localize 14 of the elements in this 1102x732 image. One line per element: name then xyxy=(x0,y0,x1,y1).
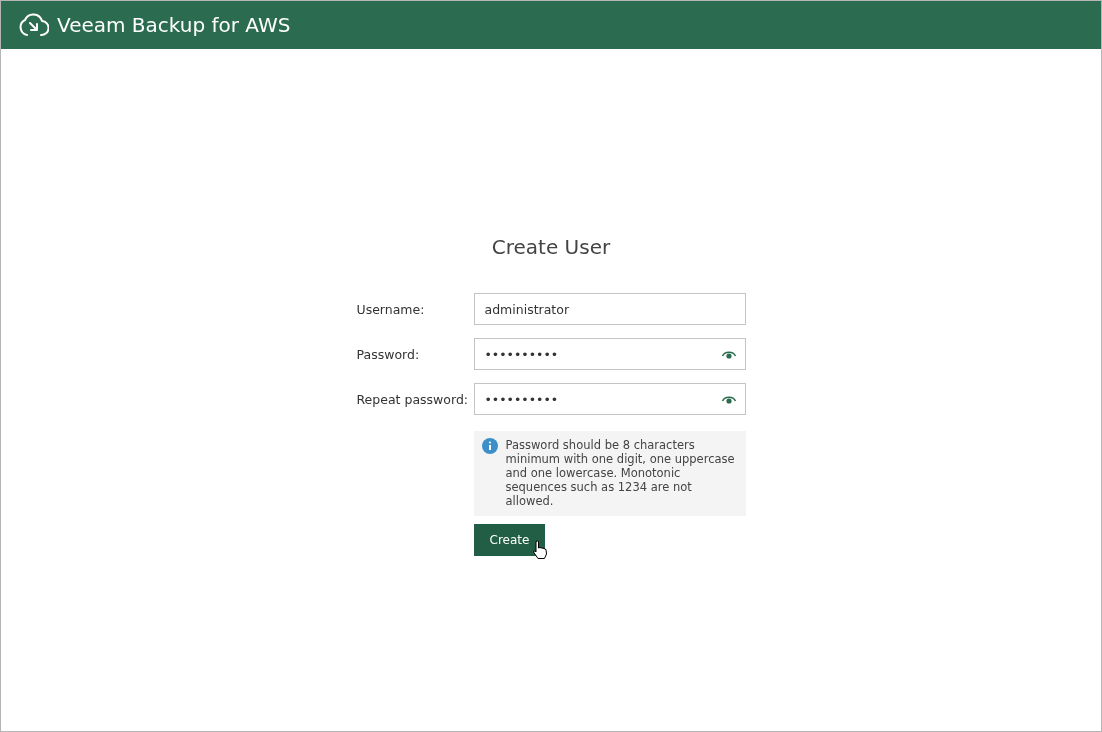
field-label: Username: xyxy=(356,301,426,317)
create-button[interactable]: Create xyxy=(473,524,546,556)
hint-text: Password should be 8 characters minimum with one digit, one uppercase and one lowercase. Monotonic sequences such as 1234 are not allowed. xyxy=(505,438,736,508)
input-field[interactable]: •••••••••• xyxy=(473,383,746,415)
field-label: Repeat password: xyxy=(356,391,470,407)
input-field[interactable]: •••••••••• xyxy=(473,338,746,370)
app-title: Veeam Backup for AWS xyxy=(57,13,291,37)
field-label: Password: xyxy=(356,346,421,362)
eye-icon[interactable] xyxy=(720,348,737,360)
info-icon xyxy=(481,438,498,454)
form-title: Create User xyxy=(491,235,611,259)
eye-icon[interactable] xyxy=(720,393,737,405)
hand-cursor-icon xyxy=(531,540,548,560)
input-field[interactable]: administrator xyxy=(473,293,746,325)
